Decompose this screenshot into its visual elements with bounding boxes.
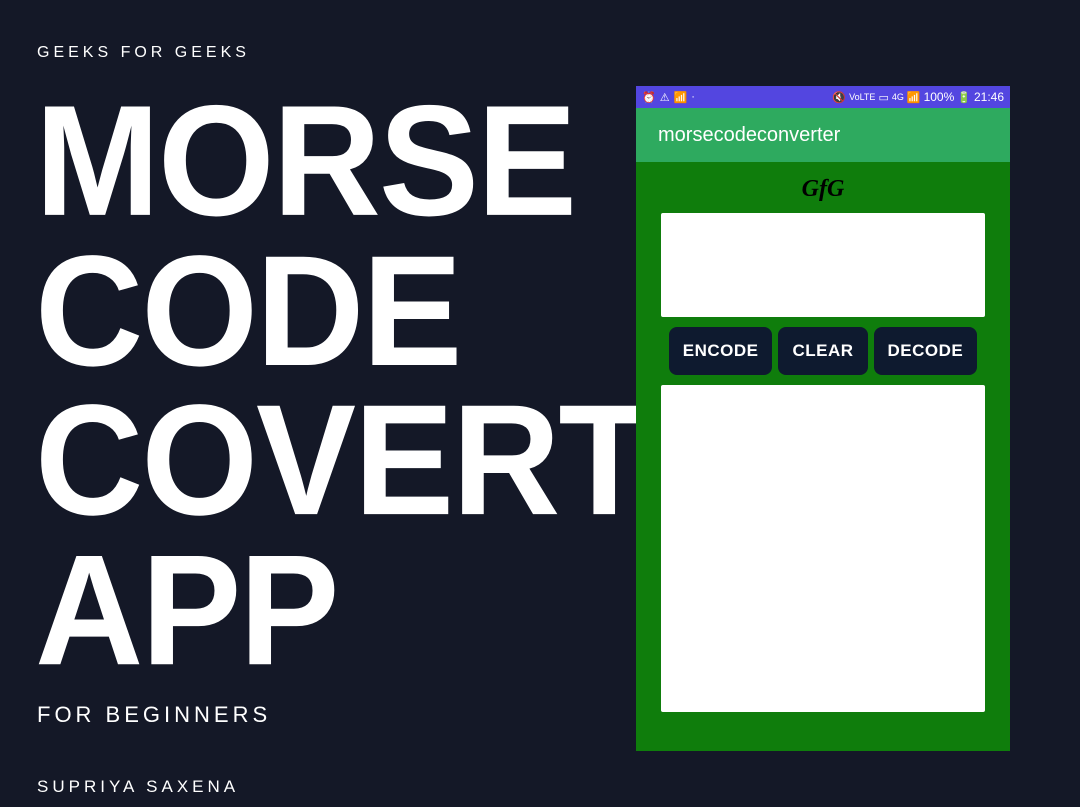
time-label: 21:46 — [974, 90, 1004, 104]
signal-4g-icon: 4G — [892, 92, 904, 102]
app-content: GfG ENCODE CLEAR DECODE — [636, 162, 1010, 712]
decode-button[interactable]: DECODE — [874, 327, 978, 375]
app-title: GfG — [661, 176, 985, 203]
app-bar: morsecodeconverter — [636, 108, 1010, 162]
signal-icon: 📶 — [907, 91, 921, 104]
button-row: ENCODE CLEAR DECODE — [661, 327, 985, 375]
output-textarea[interactable] — [661, 385, 985, 712]
app-bar-title: morsecodeconverter — [658, 124, 840, 147]
encode-button[interactable]: ENCODE — [669, 327, 773, 375]
volte-icon: VoLTE — [849, 92, 875, 102]
input-textarea[interactable] — [661, 213, 985, 317]
warning-icon: ⚠ — [660, 91, 670, 104]
phone-screenshot: ⏰ ⚠ 📶 · 🔇 VoLTE ▭ 4G 📶 100% 🔋 21:46 mors… — [636, 86, 1010, 751]
alarm-icon: ⏰ — [642, 91, 656, 104]
clear-button[interactable]: CLEAR — [778, 327, 867, 375]
status-right: 🔇 VoLTE ▭ 4G 📶 100% 🔋 21:46 — [832, 90, 1004, 104]
wifi-icon: 📶 — [674, 91, 688, 104]
battery-percent: 100% — [924, 90, 955, 104]
sim-icon: ▭ — [878, 91, 888, 104]
dot-icon: · — [691, 91, 695, 103]
author-label: SUPRIYA SAXENA — [37, 777, 239, 797]
mute-icon: 🔇 — [832, 91, 846, 104]
header-label: GEEKS FOR GEEKS — [37, 44, 250, 62]
status-bar: ⏰ ⚠ 📶 · 🔇 VoLTE ▭ 4G 📶 100% 🔋 21:46 — [636, 86, 1010, 108]
battery-icon: 🔋 — [957, 91, 971, 104]
subtitle-label: FOR BEGINNERS — [37, 702, 271, 728]
status-left: ⏰ ⚠ 📶 · — [642, 91, 695, 104]
